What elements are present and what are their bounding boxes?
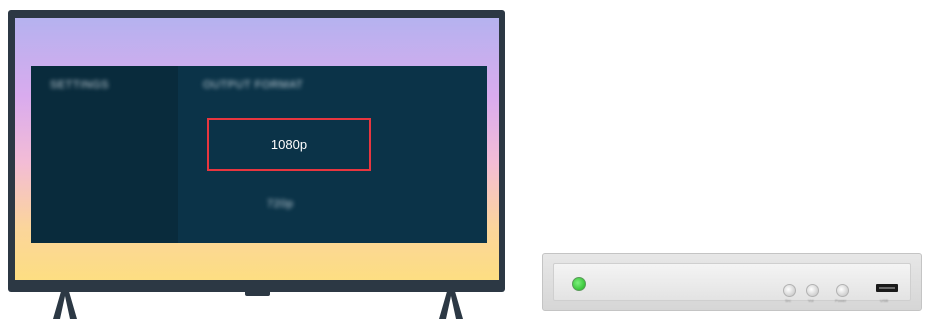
menu-option-selected[interactable]: 1080p [207,118,371,171]
sidebar-heading: SETTINGS [50,79,110,91]
src-button[interactable] [783,284,796,297]
set-top-box-front-panel [553,263,911,301]
usb-port-icon [876,284,898,292]
power-button[interactable] [836,284,849,297]
menu-sidebar: SETTINGS [31,66,178,243]
tv-stand-left-leg [53,288,77,319]
set-top-box [542,253,922,311]
menu-option-secondary[interactable]: 720p [267,198,293,210]
tv-power-button [245,291,270,296]
tv-stand-right-leg [439,288,463,319]
power-led-icon [572,277,586,291]
selected-option-label: 1080p [270,137,308,152]
src-button-label: Src [785,298,791,303]
power-button-label: Power [835,298,847,303]
vol-button-label: Vol [808,298,814,303]
vol-button[interactable] [806,284,819,297]
section-heading: OUTPUT FORMAT [203,79,304,91]
usb-port-label: USB [880,298,889,303]
